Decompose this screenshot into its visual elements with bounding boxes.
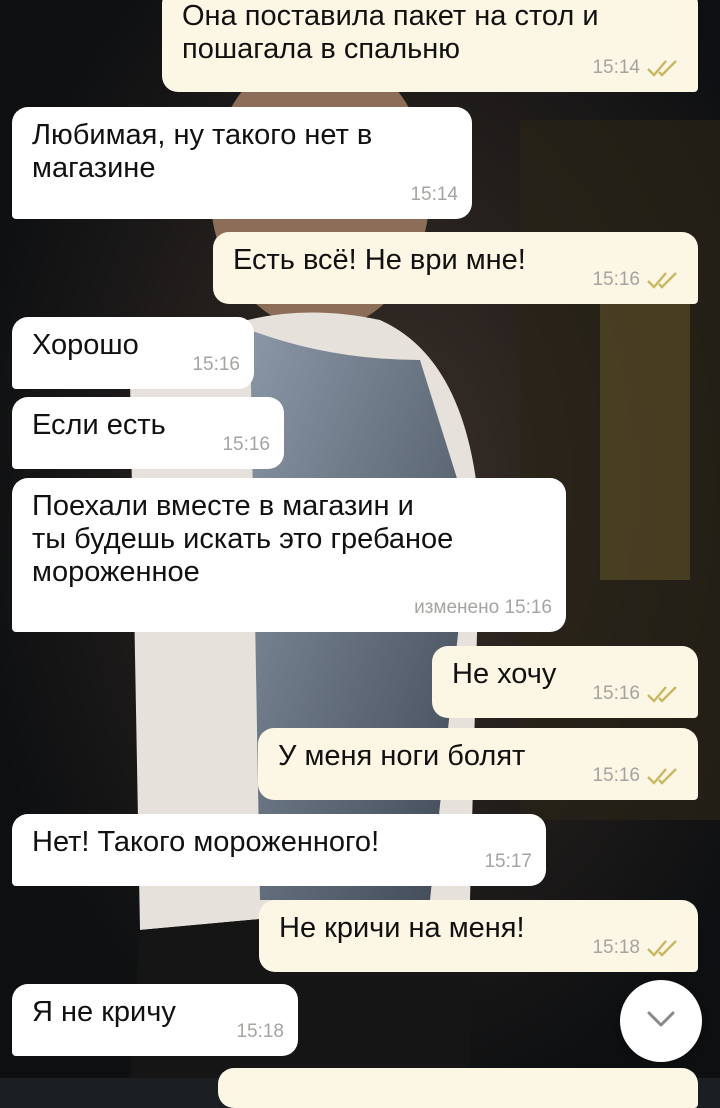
message-time: 15:16 [592,683,640,704]
double-check-icon [646,270,680,290]
scroll-to-bottom-button[interactable] [620,980,702,1062]
message-meta: изменено 15:16 [414,591,552,624]
message-time: 15:16 [192,354,240,375]
message-meta: 15:17 [484,845,532,878]
message-outgoing[interactable]: Есть всё! Не ври мне! 15:16 [213,232,698,304]
chevron-down-icon [643,1001,679,1042]
message-time: 15:18 [592,937,640,958]
message-incoming[interactable]: Если есть 15:16 [12,397,284,469]
double-check-icon [646,684,680,704]
message-time: изменено 15:16 [414,597,552,618]
message-meta: 15:16 [592,263,680,296]
message-meta: 15:16 [592,759,680,792]
message-time: 15:16 [592,765,640,786]
message-time: 15:14 [592,57,640,78]
message-incoming[interactable]: Нет! Такого мороженного! 15:17 [12,814,546,886]
message-incoming[interactable]: Хорошо 15:16 [12,317,254,389]
message-time: 15:17 [484,851,532,872]
double-check-icon [646,58,680,78]
message-text: Поехали вместе в магазин и ты будешь иск… [32,490,454,588]
message-meta: 15:16 [192,348,240,381]
double-check-icon [646,938,680,958]
message-time: 15:18 [236,1021,284,1042]
message-text: Нет! Такого мороженного! [32,826,380,858]
message-meta: 15:14 [592,51,680,84]
message-outgoing[interactable]: Не кричи на меня! 15:18 [259,900,698,972]
double-check-icon [646,766,680,786]
message-meta: 15:18 [236,1015,284,1048]
message-meta: 15:14 [410,178,458,211]
message-time: 15:16 [222,434,270,455]
message-text: Любимая, ну такого нет в магазине [32,119,373,184]
message-time: 15:16 [592,269,640,290]
message-incoming[interactable]: Любимая, ну такого нет в магазине 15:14 [12,107,472,219]
message-time: 15:14 [410,184,458,205]
message-outgoing[interactable]: Не хочу 15:16 [432,646,698,718]
message-incoming[interactable]: Я не кричу 15:18 [12,984,298,1056]
message-list[interactable]: Она поставила пакет на стол и пошагала в… [0,0,720,1108]
message-incoming[interactable]: Поехали вместе в магазин и ты будешь иск… [12,478,566,632]
message-meta: 15:16 [222,428,270,461]
message-outgoing-partial[interactable] [218,1068,698,1108]
message-outgoing[interactable]: Она поставила пакет на стол и пошагала в… [162,0,698,92]
message-outgoing[interactable]: У меня ноги болят 15:16 [258,728,698,800]
message-meta: 15:18 [592,931,680,964]
message-meta: 15:16 [592,677,680,710]
